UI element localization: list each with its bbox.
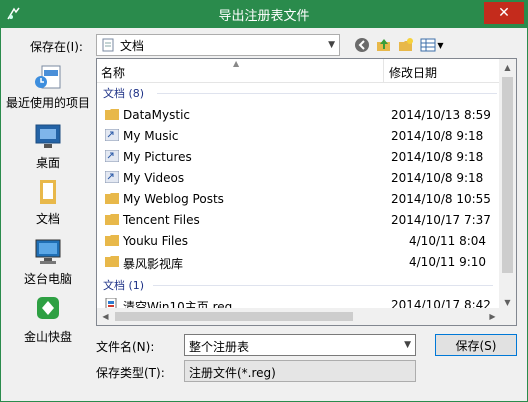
file-name-input[interactable]: 整个注册表 ▼ [184,334,416,356]
back-icon [355,38,369,52]
file-type-label: 保存类型(T): [96,366,165,380]
place-label: 这台电脑 [23,272,72,286]
place-recent[interactable]: 最近使用的项目 [4,62,92,111]
close-button[interactable]: ✕ [484,2,524,24]
list-item[interactable]: My Videos 2014/10/8 9:18 [97,168,501,189]
vertical-scrollbar[interactable]: ▲ ▼ [499,59,516,311]
shortcut-folder-icon [105,129,119,141]
scroll-left-icon[interactable]: ◀ [97,308,114,325]
chevron-down-icon[interactable]: ▼ [404,340,411,350]
sort-ascending-icon: ▲ [233,59,240,68]
up-folder-button[interactable] [374,36,394,54]
file-name: DataMystic [123,108,190,122]
file-name: My Pictures [123,150,192,164]
file-name: Youku Files [123,234,189,248]
scrollbar-corner [499,308,516,325]
documents-icon [40,180,56,204]
horizontal-scrollbar[interactable]: ◀ ▶ [97,308,501,325]
save-button-label: 保存(S) [455,338,497,353]
save-in-label: 保存在(I): [30,40,83,54]
file-date: 4/10/11 8:04 [409,234,487,248]
title-bar: 导出注册表文件 ✕ [0,0,528,28]
file-date: 4/10/11 9:10 [409,255,487,269]
file-date: 2014/10/8 9:18 [391,171,484,185]
chevron-down-icon: ▼ [328,40,335,50]
list-item[interactable]: Tencent Files 2014/10/17 7:37 [97,210,501,231]
close-icon: ✕ [498,5,510,21]
scroll-up-icon[interactable]: ▲ [499,59,516,76]
group-header[interactable]: 文档 (8) [103,85,497,101]
column-date-modified[interactable]: 修改日期 [389,64,437,81]
horizontal-scroll-thumb[interactable] [115,312,353,321]
file-list[interactable]: 名称 ▲ 修改日期 文档 (8) DataMystic 2014/10/13 8… [96,58,517,326]
file-name: My Music [123,129,179,143]
group-divider [157,93,497,94]
list-item[interactable]: My Pictures 2014/10/8 9:18 [97,147,501,168]
places-bar: 最近使用的项目 桌面 文档 这台电脑 金山快盘 [4,60,92,350]
column-header: 名称 ▲ 修改日期 [97,59,501,83]
recent-places-icon [35,65,61,89]
file-date: 2014/10/17 7:37 [391,213,491,227]
place-label: 金山快盘 [23,330,72,344]
list-item[interactable]: My Music 2014/10/8 9:18 [97,126,501,147]
file-name: Tencent Files [123,213,200,227]
place-label: 桌面 [35,156,60,170]
folder-icon [105,109,119,120]
window-title: 导出注册表文件 [218,8,310,24]
up-folder-icon [377,39,390,51]
list-item[interactable]: Youku Files 4/10/11 8:04 [97,231,501,252]
file-type-select[interactable]: 注册文件(*.reg) [184,360,416,382]
file-date: 2014/10/8 9:18 [391,129,484,143]
save-in-dropdown[interactable]: 文档 ▼ [96,34,340,56]
view-grid-icon [420,38,436,52]
save-button[interactable]: 保存(S) [435,334,517,356]
list-item[interactable]: DataMystic 2014/10/13 8:59 [97,105,501,126]
list-item[interactable]: My Weblog Posts 2014/10/8 10:55 [97,189,501,210]
file-name: 暴风影视库 [123,257,184,271]
back-button[interactable] [352,36,372,54]
place-documents[interactable]: 文档 [4,178,92,227]
file-date: 2014/10/8 9:18 [391,150,484,164]
file-name-value: 整个注册表 [189,340,250,354]
column-name[interactable]: 名称 [101,64,125,81]
place-this-pc[interactable]: 这台电脑 [4,238,92,287]
file-date: 2014/10/13 8:59 [391,108,491,122]
place-label: 文档 [35,212,60,226]
shortcut-folder-icon [105,171,119,183]
save-in-value: 文档 [120,38,145,53]
new-folder-button[interactable] [396,36,416,54]
group-divider [153,285,493,286]
place-desktop[interactable]: 桌面 [4,122,92,171]
desktop-icon [35,124,61,148]
place-label: 最近使用的项目 [5,96,90,110]
folder-icon [105,256,119,267]
file-type-value: 注册文件(*.reg) [189,366,276,380]
file-name: My Weblog Posts [123,192,224,206]
group-label: 文档 (1) [103,279,145,292]
list-item[interactable]: 暴风影视库 4/10/11 9:10 [97,252,501,273]
file-date: 2014/10/8 10:55 [391,192,491,206]
file-name-label: 文件名(N): [96,340,155,354]
this-pc-icon [35,239,61,264]
place-kuaipan[interactable]: 金山快盘 [4,296,92,345]
kuaipan-icon [37,297,59,319]
group-header[interactable]: 文档 (1) [103,277,497,293]
group-label: 文档 (8) [103,87,145,100]
folder-icon [105,235,119,246]
shortcut-folder-icon [105,150,119,162]
vertical-scroll-thumb[interactable] [502,77,513,273]
new-folder-icon [399,38,413,51]
folder-icon [105,214,119,225]
file-name: My Videos [123,171,185,185]
view-menu-button[interactable]: ▼ [418,36,446,54]
column-divider[interactable] [383,59,384,83]
regedit-app-icon [7,7,20,20]
view-dropdown-icon: ▼ [437,40,444,50]
documents-small-icon [102,38,114,52]
folder-icon [105,193,119,204]
